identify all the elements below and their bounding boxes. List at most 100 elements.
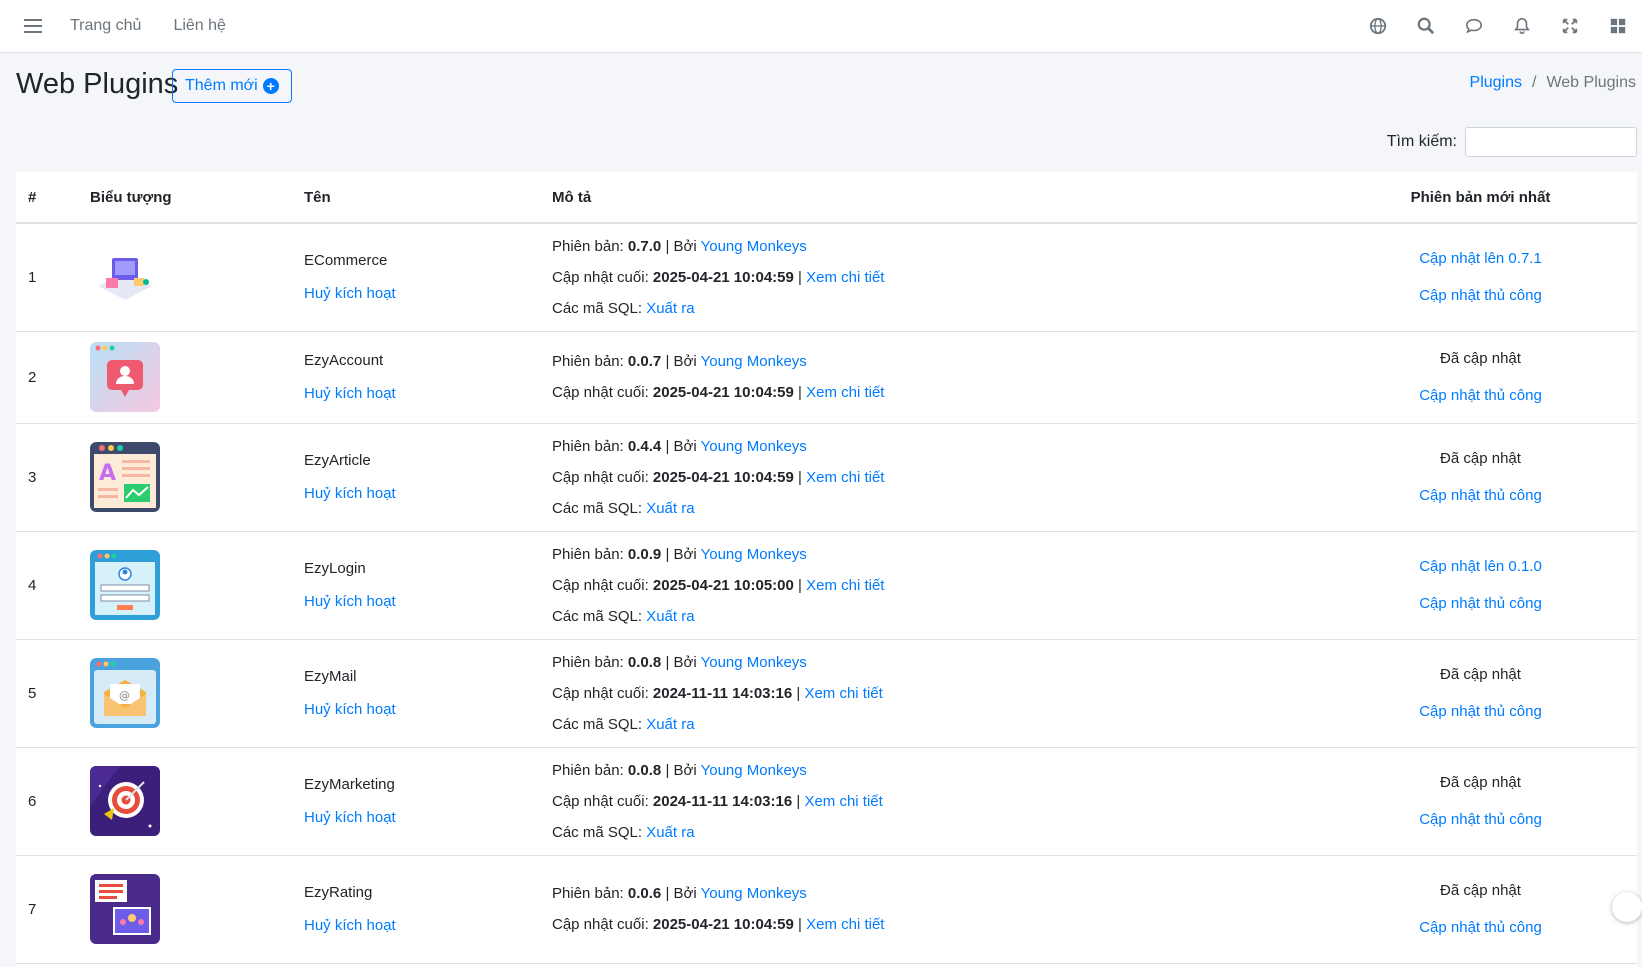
floating-assistant-button[interactable] — [1612, 892, 1642, 922]
plugin-name: ECommerce — [304, 252, 388, 270]
add-new-button[interactable]: Thêm mới + — [172, 69, 292, 103]
table-row: 1 ECommerce Huỷ kích hoạt Phiên bản: 0.7… — [16, 223, 1637, 332]
apps-grid-icon[interactable] — [1594, 0, 1642, 52]
sql-line: Các mã SQL: Xuất ra — [552, 601, 1312, 632]
header-name[interactable]: Tên — [292, 172, 540, 224]
globe-icon[interactable] — [1354, 0, 1402, 52]
latest-version-cell: Đã cập nhật Cập nhật thủ công — [1324, 331, 1637, 424]
sql-label: Các mã SQL: — [552, 499, 643, 517]
latest-version-cell: Đã cập nhật Cập nhật thủ công — [1324, 855, 1637, 964]
version-value: 0.0.7 — [627, 353, 662, 370]
updated-line: Cập nhật cuối: 2025-04-21 10:04:59 | Xem… — [552, 462, 1312, 493]
header-description[interactable]: Mô tả — [540, 172, 1324, 224]
plugin-icon-cell — [78, 331, 292, 424]
header-num[interactable]: # — [16, 172, 78, 224]
view-details-link[interactable]: Xem chi tiết — [806, 577, 884, 594]
version-value: 0.0.6 — [627, 885, 662, 902]
updated-label: Cập nhật cuối: — [552, 684, 649, 702]
version-label: Phiên bản: — [552, 653, 624, 671]
plugin-name: EzyLogin — [304, 560, 366, 577]
search-icon[interactable] — [1402, 0, 1450, 52]
search-bar: Tìm kiếm: — [1387, 127, 1637, 157]
plugin-name: EzyArticle — [304, 452, 371, 469]
menu-toggle-icon[interactable] — [24, 19, 42, 33]
updated-value: 2024-11-11 14:03:16 — [652, 684, 793, 702]
sql-line: Các mã SQL: Xuất ra — [552, 293, 1312, 324]
manual-update-link[interactable]: Cập nhật thủ công — [1419, 487, 1542, 504]
updated-label: Cập nhật cuối: — [552, 576, 649, 594]
manual-update-link[interactable]: Cập nhật thủ công — [1419, 387, 1542, 404]
header-latest-version[interactable]: Phiên bản mới nhất — [1324, 172, 1637, 224]
manual-update-link[interactable]: Cập nhật thủ công — [1419, 287, 1542, 304]
view-details-link[interactable]: Xem chi tiết — [806, 916, 884, 933]
header-icon[interactable]: Biểu tượng — [78, 172, 292, 224]
nav-link-home[interactable]: Trang chủ — [70, 17, 141, 35]
search-input[interactable] — [1465, 127, 1637, 157]
manual-update-link[interactable]: Cập nhật thủ công — [1419, 811, 1542, 828]
view-details-link[interactable]: Xem chi tiết — [806, 269, 884, 286]
updated-value: 2024-11-11 14:03:16 — [652, 792, 793, 810]
latest-version-cell: Đã cập nhật Cập nhật thủ công — [1324, 747, 1637, 856]
view-details-link[interactable]: Xem chi tiết — [806, 384, 884, 401]
export-sql-link[interactable]: Xuất ra — [646, 824, 694, 841]
ecommerce-icon — [90, 242, 280, 313]
manual-update-link[interactable]: Cập nhật thủ công — [1419, 595, 1542, 612]
deactivate-link[interactable]: Huỷ kích hoạt — [304, 917, 396, 934]
updated-label: Cập nhật cuối: — [552, 268, 649, 286]
sql-line: Các mã SQL: Xuất ra — [552, 493, 1312, 524]
manual-update-link[interactable]: Cập nhật thủ công — [1419, 919, 1542, 936]
version-value: 0.4.4 — [627, 437, 662, 455]
sql-line: Các mã SQL: Xuất ra — [552, 709, 1312, 740]
author-link[interactable]: Young Monkeys — [701, 438, 807, 455]
by-label: | Bởi — [665, 761, 697, 779]
table-row: 7 EzyRating Huỷ kích hoạt Phiên bản: 0.0… — [16, 855, 1637, 964]
plugin-name: EzyMarketing — [304, 776, 395, 793]
row-number: 3 — [16, 423, 78, 532]
breadcrumb-plugins-link[interactable]: Plugins — [1470, 74, 1522, 92]
deactivate-link[interactable]: Huỷ kích hoạt — [304, 593, 396, 610]
deactivate-link[interactable]: Huỷ kích hoạt — [304, 809, 396, 826]
export-sql-link[interactable]: Xuất ra — [646, 500, 694, 517]
deactivate-link[interactable]: Huỷ kích hoạt — [304, 385, 396, 402]
author-link[interactable]: Young Monkeys — [701, 654, 807, 671]
sql-line: Các mã SQL: Xuất ra — [552, 817, 1312, 848]
pipe-separator: | — [798, 268, 802, 286]
updated-value: 2025-04-21 10:05:00 — [652, 576, 794, 594]
view-details-link[interactable]: Xem chi tiết — [806, 469, 884, 486]
deactivate-link[interactable]: Huỷ kích hoạt — [304, 285, 396, 302]
updated-label: Cập nhật cuối: — [552, 468, 649, 486]
author-link[interactable]: Young Monkeys — [701, 238, 807, 255]
deactivate-link[interactable]: Huỷ kích hoạt — [304, 701, 396, 718]
plugin-name: EzyMail — [304, 668, 357, 685]
updated-line: Cập nhật cuối: 2025-04-21 10:04:59 | Xem… — [552, 377, 1312, 408]
updated-line: Cập nhật cuối: 2025-04-21 10:05:00 | Xem… — [552, 570, 1312, 601]
author-link[interactable]: Young Monkeys — [701, 546, 807, 563]
bell-icon[interactable] — [1498, 0, 1546, 52]
deactivate-link[interactable]: Huỷ kích hoạt — [304, 485, 396, 502]
version-label: Phiên bản: — [552, 761, 624, 779]
view-details-link[interactable]: Xem chi tiết — [804, 685, 882, 702]
author-link[interactable]: Young Monkeys — [701, 353, 807, 370]
updated-label: Cập nhật cuối: — [552, 384, 649, 401]
row-number: 1 — [16, 223, 78, 332]
manual-update-link[interactable]: Cập nhật thủ công — [1419, 703, 1542, 720]
updated-line: Cập nhật cuối: 2025-04-21 10:04:59 | Xem… — [552, 909, 1312, 940]
row-number: 6 — [16, 747, 78, 856]
export-sql-link[interactable]: Xuất ra — [646, 300, 694, 317]
version-line: Phiên bản: 0.0.8 | Bởi Young Monkeys — [552, 755, 1312, 786]
export-sql-link[interactable]: Xuất ra — [646, 608, 694, 625]
table-row: 4 EzyLogin Huỷ kích hoạt Phiên bản: 0.0.… — [16, 531, 1637, 640]
update-to-version-link[interactable]: Cập nhật lên 0.7.1 — [1419, 250, 1542, 267]
expand-icon[interactable] — [1546, 0, 1594, 52]
author-link[interactable]: Young Monkeys — [701, 885, 807, 902]
version-label: Phiên bản: — [552, 237, 624, 255]
table-row: 6 EzyMarketing Huỷ kích hoạt Phiên bản: … — [16, 747, 1637, 856]
rating-icon — [90, 874, 280, 944]
comments-icon[interactable] — [1450, 0, 1498, 52]
nav-link-contact[interactable]: Liên hệ — [173, 17, 226, 35]
export-sql-link[interactable]: Xuất ra — [646, 716, 694, 733]
view-details-link[interactable]: Xem chi tiết — [804, 793, 882, 810]
article-icon: A — [90, 442, 280, 512]
update-to-version-link[interactable]: Cập nhật lên 0.1.0 — [1419, 558, 1542, 575]
author-link[interactable]: Young Monkeys — [701, 762, 807, 779]
